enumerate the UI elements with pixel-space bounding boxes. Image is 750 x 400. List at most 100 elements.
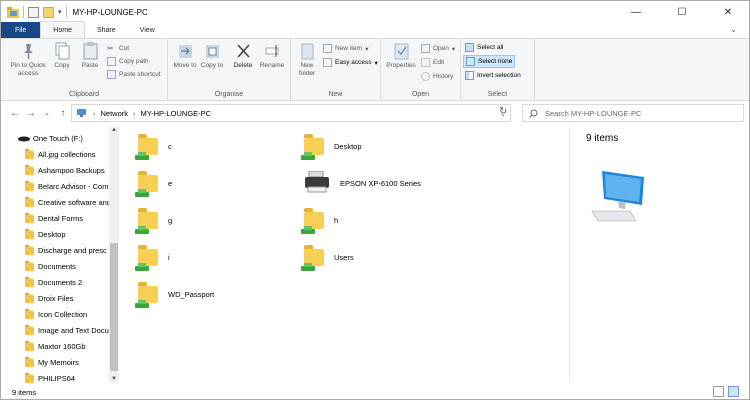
select-none-button[interactable]: Select none (463, 55, 516, 68)
easy-access-button[interactable]: Easy access ▾ (323, 58, 378, 67)
open-icon (421, 44, 430, 53)
paste-label: Paste (81, 62, 99, 69)
window-title: MY-HP-LOUNGE-PC (72, 7, 148, 17)
rename-button[interactable]: Rename (258, 42, 286, 70)
shared-folder-item[interactable]: Users (301, 242, 354, 272)
edit-button[interactable]: Edit (421, 58, 444, 67)
refresh-icon[interactable]: ↻ (499, 106, 507, 117)
shared-folder-item[interactable]: Desktop (301, 131, 362, 161)
select-all-icon (465, 43, 474, 52)
properties-button[interactable]: Properties (383, 42, 419, 70)
close-button[interactable]: ✕ (705, 1, 749, 23)
edit-icon (421, 58, 430, 67)
shared-folder-item[interactable]: i (135, 242, 170, 272)
new-folder-icon[interactable] (43, 6, 54, 18)
clipboard-group: Pin to Quick access Copy Paste ✂ Cut Cop… (1, 39, 168, 101)
invert-selection-icon (465, 71, 474, 80)
pin-icon (23, 44, 33, 59)
tab-share[interactable]: Share (85, 22, 128, 38)
new-folder-button[interactable]: New folder (294, 42, 320, 78)
nav-folder-item[interactable]: Discharge and presc (1, 243, 119, 258)
details-view-icon[interactable] (713, 386, 724, 397)
forward-arrow-icon[interactable]: → (23, 108, 39, 119)
maximize-button[interactable]: ☐ (659, 1, 705, 23)
printer-item[interactable]: EPSON XP-6100 Series (304, 168, 421, 198)
properties-icon[interactable] (28, 6, 39, 18)
recent-locations-icon[interactable]: ⌄ (39, 109, 55, 117)
new-folder-icon (301, 43, 313, 60)
minimize-button[interactable]: — (613, 1, 659, 23)
nav-folder-item[interactable]: Creative software and (1, 195, 119, 210)
breadcrumb-network[interactable]: Network (101, 109, 129, 118)
nav-folder-item[interactable]: Belarc Advisor - Com (1, 179, 119, 194)
tab-file[interactable]: File (1, 22, 41, 38)
details-pane: 9 items (569, 127, 749, 383)
scroll-down-icon[interactable]: ▼ (111, 376, 117, 382)
shared-folder-item[interactable]: g (135, 205, 172, 235)
history-button[interactable]: History (421, 72, 453, 81)
nav-folder-item[interactable]: Droix Files (1, 291, 119, 306)
copy-path-icon (107, 57, 116, 66)
tab-home[interactable]: Home (40, 21, 85, 38)
shared-folder-item[interactable]: WD_Passport (135, 279, 214, 309)
nav-folder-item[interactable]: Ashampoo Backups (1, 163, 119, 178)
scroll-up-icon[interactable]: ▲ (111, 127, 117, 133)
copy-button[interactable]: Copy (51, 42, 73, 70)
scroll-thumb[interactable] (110, 243, 118, 371)
shared-folder-item[interactable]: c (135, 131, 172, 161)
customize-dropdown-icon[interactable]: ▾ (58, 8, 62, 16)
copy-to-button[interactable]: Copy to (199, 42, 225, 70)
rename-icon (265, 45, 278, 57)
status-bar: 9 items (1, 383, 749, 399)
breadcrumb-pc[interactable]: MY-HP-LOUNGE-PC (141, 109, 212, 118)
select-all-button[interactable]: Select all (465, 43, 503, 52)
properties-icon (394, 43, 408, 60)
move-to-button[interactable]: Move to (172, 42, 198, 70)
address-box[interactable]: › Network › MY-HP-LOUNGE-PC ⌄ (71, 104, 511, 122)
chevron-down-icon: ▾ (365, 45, 369, 53)
delete-button[interactable]: Delete (230, 42, 256, 70)
nav-folder-item[interactable]: PHILIPS64 (1, 371, 119, 383)
shared-folder-icon (135, 170, 158, 197)
nav-folder-item[interactable]: Maxtor 160Gb (1, 339, 119, 354)
nav-folder-item[interactable]: Desktop (1, 227, 119, 242)
nav-folder-item[interactable]: Dental Forms (1, 211, 119, 226)
folder-icon (25, 148, 34, 159)
invert-selection-button[interactable]: Invert selection (465, 71, 521, 80)
nav-folder-item[interactable]: Documents (1, 259, 119, 274)
nav-folder-item[interactable]: Documents 2 (1, 275, 119, 290)
nav-folder-label: Documents 2 (38, 278, 83, 287)
easy-access-label: Easy access (335, 59, 372, 66)
collapse-ribbon-icon[interactable]: ⌄ (730, 25, 737, 34)
up-arrow-icon[interactable]: ↑ (55, 108, 71, 119)
navigation-scrollbar[interactable]: ▲ ▼ (109, 127, 119, 383)
tab-view[interactable]: View (128, 22, 167, 38)
cut-button[interactable]: ✂ Cut (107, 44, 129, 53)
properties-label: Properties (386, 62, 416, 69)
nav-folder-item[interactable]: My Memoirs (1, 355, 119, 370)
nav-folder-item[interactable]: All.jpg collections (1, 147, 119, 162)
nav-folder-label: Belarc Advisor - Com (38, 182, 109, 191)
paste-shortcut-icon (107, 70, 116, 79)
large-icons-view-icon[interactable] (728, 386, 739, 397)
open-button[interactable]: Open ▾ (421, 44, 455, 53)
nav-item-drive[interactable]: One Touch (F:) (1, 131, 119, 146)
paste-button[interactable]: Paste (77, 42, 103, 70)
new-item-icon (323, 44, 332, 53)
folder-icon (25, 212, 34, 223)
paste-shortcut-label: Paste shortcut (119, 71, 161, 78)
copy-path-button[interactable]: Copy path (107, 57, 149, 66)
item-name: c (168, 141, 172, 151)
shared-folder-item[interactable]: h (301, 205, 338, 235)
paste-shortcut-button[interactable]: Paste shortcut (107, 70, 161, 79)
nav-folder-item[interactable]: Image and Text Docu (1, 323, 119, 338)
new-item-button[interactable]: New item ▾ (323, 44, 368, 53)
back-arrow-icon[interactable]: ← (7, 108, 23, 119)
rename-label: Rename (259, 62, 285, 69)
nav-folder-item[interactable]: Icon Collection (1, 307, 119, 322)
shared-folder-item[interactable]: e (135, 168, 172, 198)
explorer-icon (7, 6, 19, 18)
pin-to-quick-access-button[interactable]: Pin to Quick access (5, 42, 51, 78)
folder-icon (25, 324, 34, 335)
search-box[interactable]: Search MY-HP-LOUNGE-PC (522, 104, 744, 122)
